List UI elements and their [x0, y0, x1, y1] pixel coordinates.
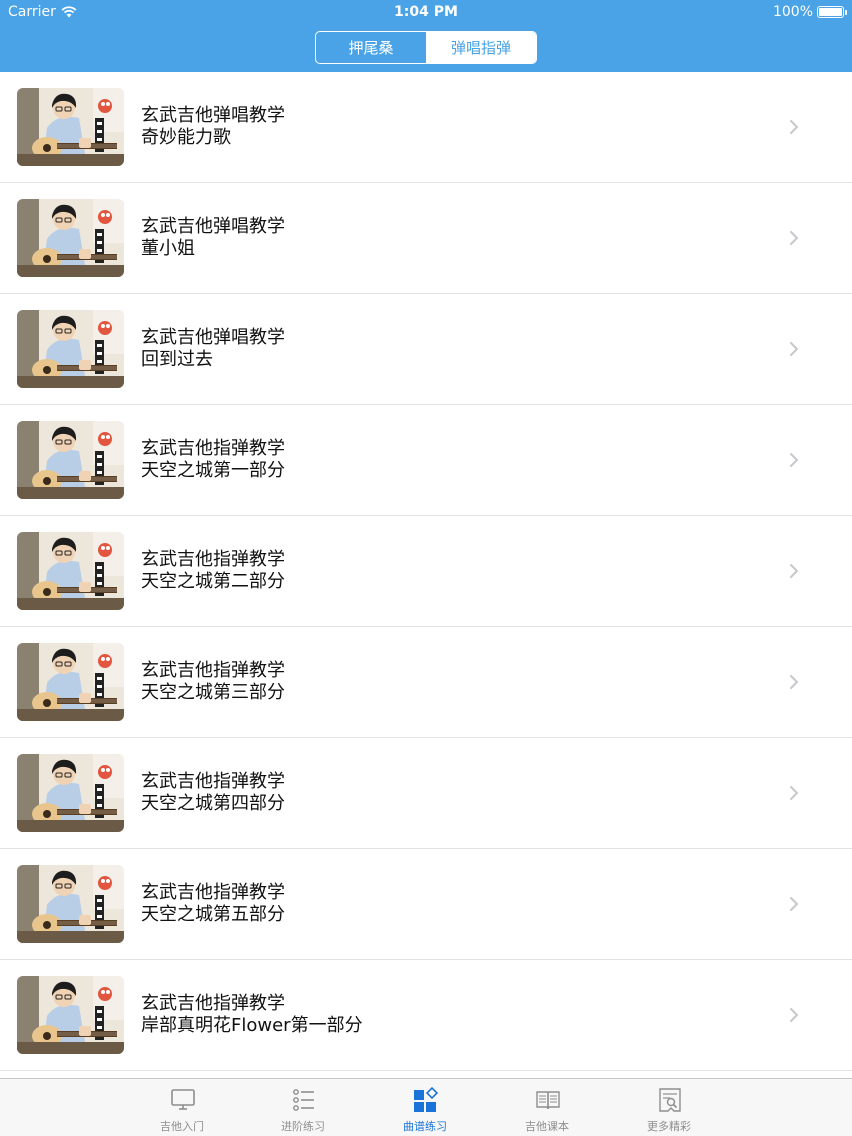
tab-label: 更多精彩 — [647, 1120, 691, 1133]
lesson-subtitle: 天空之城第五部分 — [141, 904, 285, 925]
list-item[interactable]: 玄武吉他指弹教学 天空之城第二部分 — [0, 516, 852, 627]
segment-tanchang-zhitan[interactable]: 弹唱指弹 — [426, 32, 536, 63]
list-item[interactable]: 玄武吉他指弹教学 岸部真明花Flower第一部分 — [0, 960, 852, 1071]
battery-icon — [817, 6, 847, 18]
lesson-thumbnail — [17, 976, 124, 1054]
lesson-subtitle: 天空之城第一部分 — [141, 460, 285, 481]
lesson-thumbnail — [17, 865, 124, 943]
tab-label: 曲谱练习 — [403, 1120, 447, 1133]
lesson-thumbnail — [17, 532, 124, 610]
lesson-subtitle: 天空之城第四部分 — [141, 793, 285, 814]
chevron-right-icon — [790, 786, 798, 800]
chevron-right-icon — [790, 1008, 798, 1022]
list-item[interactable]: 玄武吉他弹唱教学 回到过去 — [0, 294, 852, 405]
lesson-title: 玄武吉他弹唱教学 — [141, 105, 285, 126]
tab-advanced-practice[interactable]: 进阶练习 — [243, 1079, 363, 1136]
battery-status: 100% — [772, 4, 847, 20]
chevron-right-icon — [790, 564, 798, 578]
chevron-right-icon — [790, 120, 798, 134]
document-search-icon — [659, 1088, 681, 1112]
battery-percent: 100% — [772, 4, 813, 20]
lesson-title: 玄武吉他指弹教学 — [141, 660, 285, 681]
chevron-right-icon — [790, 897, 798, 911]
navigation-header: Carrier 1:04 PM 100% 押尾桑 弹唱指弹 — [0, 0, 852, 72]
tab-more[interactable]: 更多精彩 — [609, 1079, 729, 1136]
tab-guitar-textbook[interactable]: 吉他课本 — [487, 1079, 607, 1136]
segment-yaweisang[interactable]: 押尾桑 — [316, 32, 426, 63]
lesson-title: 玄武吉他指弹教学 — [141, 771, 285, 792]
lesson-title: 玄武吉他指弹教学 — [141, 549, 285, 570]
lesson-thumbnail — [17, 88, 124, 166]
tab-guitar-intro[interactable]: 吉他入门 — [122, 1079, 242, 1136]
lesson-thumbnail — [17, 310, 124, 388]
lesson-subtitle: 天空之城第三部分 — [141, 682, 285, 703]
lesson-subtitle: 岸部真明花Flower第一部分 — [141, 1015, 363, 1036]
tab-label: 吉他入门 — [160, 1120, 204, 1133]
chevron-right-icon — [790, 675, 798, 689]
monitor-icon — [171, 1089, 195, 1110]
list-item[interactable]: 玄武吉他指弹教学 天空之城第一部分 — [0, 405, 852, 516]
tab-sheet-practice[interactable]: 曲谱练习 — [365, 1079, 485, 1136]
list-item[interactable]: 玄武吉他指弹教学 天空之城第三部分 — [0, 627, 852, 738]
list-item[interactable]: 玄武吉他指弹教学 天空之城第四部分 — [0, 738, 852, 849]
lesson-subtitle: 奇妙能力歌 — [141, 127, 231, 148]
lesson-title: 玄武吉他指弹教学 — [141, 882, 285, 903]
lesson-subtitle: 回到过去 — [141, 349, 213, 370]
segmented-control: 押尾桑 弹唱指弹 — [315, 31, 537, 64]
tab-bar: 吉他入门 进阶练习 曲谱练习 吉他课本 更多精彩 — [0, 1078, 852, 1136]
grid-icon — [414, 1087, 439, 1112]
chevron-right-icon — [790, 453, 798, 467]
lesson-title: 玄武吉他指弹教学 — [141, 438, 285, 459]
list-item[interactable]: 玄武吉他指弹教学 天空之城第五部分 — [0, 849, 852, 960]
lesson-thumbnail — [17, 421, 124, 499]
list-item[interactable]: 玄武吉他弹唱教学 奇妙能力歌 — [0, 72, 852, 183]
list-icon — [293, 1089, 314, 1111]
lesson-title: 玄武吉他弹唱教学 — [141, 216, 285, 237]
lesson-thumbnail — [17, 754, 124, 832]
lesson-thumbnail — [17, 199, 124, 277]
lesson-list: 玄武吉他弹唱教学 奇妙能力歌 玄武吉他弹唱教学 董小姐 玄武吉他弹唱教学 回到过… — [0, 72, 852, 1078]
chevron-right-icon — [790, 342, 798, 356]
lesson-title: 玄武吉他弹唱教学 — [141, 327, 285, 348]
book-icon — [536, 1091, 560, 1110]
lesson-title: 玄武吉他指弹教学 — [141, 993, 285, 1014]
tab-label: 吉他课本 — [525, 1120, 569, 1133]
lesson-subtitle: 董小姐 — [141, 238, 195, 259]
clock: 1:04 PM — [394, 4, 458, 20]
status-bar: Carrier 1:04 PM 100% — [0, 0, 852, 24]
lesson-subtitle: 天空之城第二部分 — [141, 571, 285, 592]
tab-label: 进阶练习 — [281, 1120, 325, 1133]
list-item[interactable]: 玄武吉他弹唱教学 董小姐 — [0, 183, 852, 294]
chevron-right-icon — [790, 231, 798, 245]
lesson-thumbnail — [17, 643, 124, 721]
